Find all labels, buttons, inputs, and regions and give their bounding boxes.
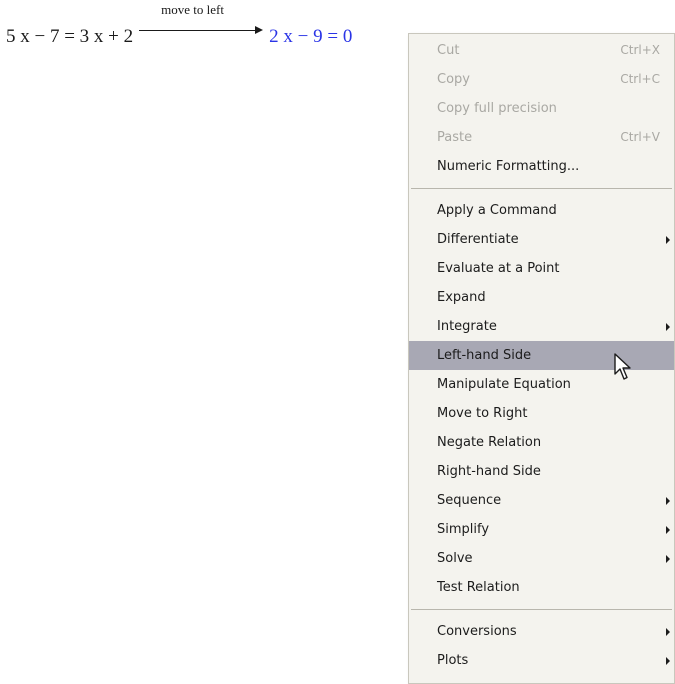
menu-item-plots[interactable]: Plots	[409, 646, 674, 675]
arrow-head-icon	[255, 26, 264, 34]
menu-item-numeric-formatting[interactable]: Numeric Formatting...	[409, 152, 674, 181]
mouse-pointer-icon	[614, 353, 631, 380]
menu-item-label: Integrate	[437, 319, 497, 334]
menu-item-move-to-right[interactable]: Move to Right	[409, 399, 674, 428]
math-expression[interactable]: 5 x − 7 = 3 x + 2 move to left 2 x − 9 =…	[6, 2, 353, 48]
menu-item-label: Negate Relation	[437, 435, 542, 450]
menu-item-copy-full-precision[interactable]: Copy full precision	[409, 94, 674, 123]
submenu-arrow-icon	[666, 526, 670, 534]
context-arrow: move to left	[139, 2, 265, 42]
menu-item-evaluate-at-a-point[interactable]: Evaluate at a Point	[409, 254, 674, 283]
menu-item-negate-relation[interactable]: Negate Relation	[409, 428, 674, 457]
menu-item-apply-a-command[interactable]: Apply a Command	[409, 196, 674, 225]
menu-item-label: Paste	[437, 130, 473, 145]
menu-item-label: Right-hand Side	[437, 464, 541, 479]
menu-item-label: Expand	[437, 290, 486, 305]
submenu-arrow-icon	[666, 555, 670, 563]
menu-item-label: Sequence	[437, 493, 502, 508]
submenu-arrow-icon	[666, 657, 670, 665]
menu-item-label: Apply a Command	[437, 203, 557, 218]
menu-item-cut[interactable]: Cut Ctrl+X	[409, 36, 674, 65]
arrow-label: move to left	[161, 2, 224, 17]
menu-item-solve[interactable]: Solve	[409, 544, 674, 573]
menu-item-label: Cut	[437, 43, 460, 58]
submenu-arrow-icon	[666, 323, 670, 331]
menu-item-label: Copy	[437, 72, 470, 87]
menu-item-label: Test Relation	[437, 580, 520, 595]
menu-item-paste[interactable]: Paste Ctrl+V	[409, 123, 674, 152]
menu-separator	[411, 188, 672, 189]
menu-shortcut: Ctrl+C	[620, 72, 660, 86]
menu-item-simplify[interactable]: Simplify	[409, 515, 674, 544]
menu-item-differentiate[interactable]: Differentiate	[409, 225, 674, 254]
menu-item-label: Solve	[437, 551, 473, 566]
menu-item-label: Differentiate	[437, 232, 519, 247]
menu-item-label: Left-hand Side	[437, 348, 532, 363]
menu-item-label: Numeric Formatting...	[437, 159, 580, 174]
submenu-arrow-icon	[666, 236, 670, 244]
menu-shortcut: Ctrl+V	[620, 130, 660, 144]
submenu-arrow-icon	[666, 628, 670, 636]
worksheet-canvas[interactable]: 5 x − 7 = 3 x + 2 move to left 2 x − 9 =…	[0, 0, 675, 684]
menu-item-label: Conversions	[437, 624, 517, 639]
menu-item-conversions[interactable]: Conversions	[409, 617, 674, 646]
menu-item-label: Copy full precision	[437, 101, 557, 116]
expression-input: 5 x − 7 = 3 x + 2	[6, 26, 134, 47]
submenu-arrow-icon	[666, 497, 670, 505]
menu-item-label: Plots	[437, 653, 469, 668]
menu-item-test-relation[interactable]: Test Relation	[409, 573, 674, 602]
menu-item-copy[interactable]: Copy Ctrl+C	[409, 65, 674, 94]
expression-result: 2 x − 9 = 0	[269, 26, 353, 47]
menu-separator	[411, 609, 672, 610]
menu-item-expand[interactable]: Expand	[409, 283, 674, 312]
menu-item-label: Manipulate Equation	[437, 377, 571, 392]
menu-item-label: Evaluate at a Point	[437, 261, 560, 276]
menu-item-sequence[interactable]: Sequence	[409, 486, 674, 515]
menu-item-right-hand-side[interactable]: Right-hand Side	[409, 457, 674, 486]
arrow-line	[139, 30, 258, 31]
menu-item-label: Simplify	[437, 522, 490, 537]
menu-shortcut: Ctrl+X	[620, 43, 660, 57]
menu-item-integrate[interactable]: Integrate	[409, 312, 674, 341]
menu-item-label: Move to Right	[437, 406, 528, 421]
